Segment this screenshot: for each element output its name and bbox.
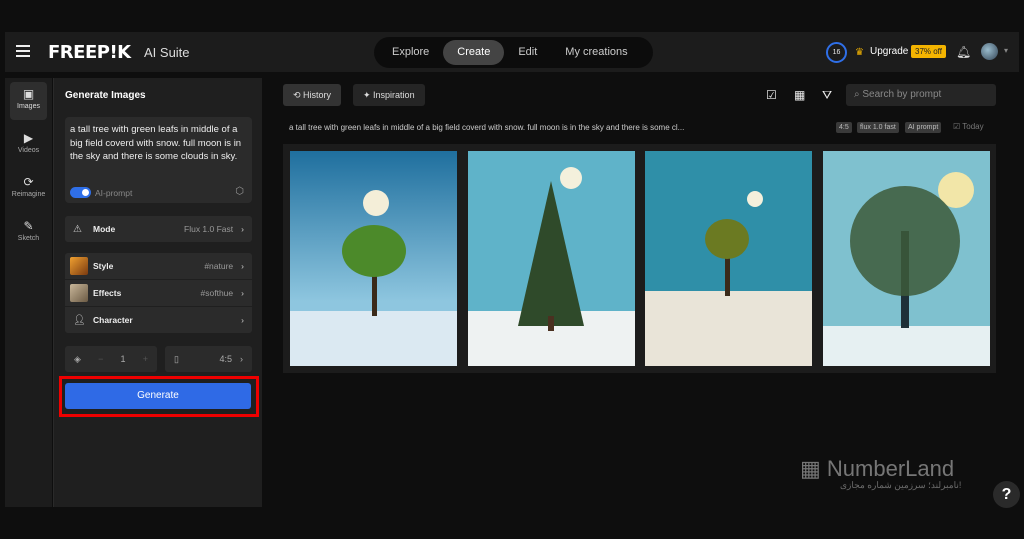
upgrade-button[interactable]: Upgrade	[870, 46, 908, 57]
chevron-right-icon: ›	[240, 354, 243, 364]
search-placeholder: Search by prompt	[862, 89, 942, 100]
hamburger-menu-icon[interactable]	[16, 45, 30, 57]
quantity-value: 1	[120, 354, 126, 364]
effects-value: #softhue	[200, 288, 234, 298]
generated-image-4[interactable]	[823, 151, 990, 366]
search-input[interactable]: ⌕ Search by prompt	[846, 84, 996, 106]
generate-panel: Generate Images a tall tree with green l…	[53, 78, 262, 507]
effects-thumbnail	[70, 284, 88, 302]
brush-icon: ✎	[23, 219, 34, 233]
nav-my-creations[interactable]: My creations	[551, 40, 641, 65]
mode-label: Mode	[93, 224, 116, 234]
chevron-right-icon: ›	[241, 315, 244, 325]
rail-sketch[interactable]: ✎ Sketch	[10, 214, 47, 252]
quantity-stepper[interactable]: ◈ − 1 +	[65, 346, 157, 372]
mode-value: Flux 1.0 Fast	[184, 224, 234, 234]
prompt-text[interactable]: a tall tree with green leafs in middle o…	[70, 123, 247, 164]
mode-icon: ⚠︎	[73, 223, 82, 235]
cube-icon[interactable]: ⬡	[235, 185, 244, 199]
effects-selector[interactable]: Effects #softhue ›	[65, 280, 252, 306]
left-rail: ▣ Images ▶ Videos ⟳ Reimagine ✎ Sketch	[5, 78, 52, 507]
rail-images[interactable]: ▣ Images	[10, 82, 47, 120]
crown-icon: ♛	[855, 47, 864, 58]
tab-inspiration[interactable]: ✦ Inspiration	[353, 84, 425, 106]
chevron-down-icon[interactable]: ▾	[1004, 46, 1008, 55]
prompt-preview[interactable]: a tall tree with green leafs in middle o…	[289, 123, 729, 132]
select-checkbox-icon[interactable]: ☑	[766, 88, 777, 102]
video-icon: ▶	[23, 131, 34, 145]
ai-prompt-label: AI-prompt	[95, 188, 133, 198]
mode-selector[interactable]: ⚠︎ Mode Flux 1.0 Fast ›	[65, 216, 252, 242]
date-text: Today	[962, 122, 984, 131]
nav-create[interactable]: Create	[443, 40, 505, 65]
style-value: #nature	[204, 261, 234, 271]
rail-videos[interactable]: ▶ Videos	[10, 126, 47, 164]
rail-label: Images	[17, 103, 40, 110]
rail-reimagine[interactable]: ⟳ Reimagine	[10, 170, 47, 208]
layers-icon: ◈	[74, 353, 81, 364]
increment-button[interactable]: +	[143, 354, 148, 364]
grid-view-icon[interactable]: ▦	[794, 88, 805, 102]
decrement-button[interactable]: −	[98, 354, 103, 364]
help-button[interactable]: ?	[993, 481, 1020, 508]
character-label: Character	[93, 315, 133, 325]
nav-edit[interactable]: Edit	[504, 40, 551, 65]
discount-badge[interactable]: 37% off	[911, 45, 946, 58]
chip-model: flux 1.0 fast	[857, 122, 899, 133]
watermark-name: NumberLand	[826, 456, 955, 481]
nav-explore[interactable]: Explore	[378, 40, 443, 65]
bell-icon[interactable]: 🔔︎	[956, 45, 971, 59]
panel-title: Generate Images	[65, 90, 146, 101]
character-selector[interactable]: 👤︎ Character ›	[65, 307, 252, 333]
tab-label: History	[303, 90, 332, 100]
rail-label: Videos	[17, 147, 40, 154]
ai-prompt-toggle[interactable]	[70, 187, 91, 198]
generated-image-3[interactable]	[645, 151, 812, 366]
credits-indicator[interactable]: 16	[826, 42, 847, 63]
chevron-right-icon: ›	[241, 288, 244, 298]
generated-image-1[interactable]	[290, 151, 457, 366]
phone-icon: ▯	[174, 353, 179, 364]
aspect-ratio-selector[interactable]: ▯ 4:5 ›	[165, 346, 252, 372]
chip-ratio: 4:5	[836, 122, 852, 133]
chevron-right-icon: ›	[241, 224, 244, 234]
main-nav: Explore Create Edit My creations	[374, 37, 653, 68]
date-label[interactable]: ☑ Today	[953, 122, 984, 131]
style-selector[interactable]: Style #nature ›	[65, 253, 252, 279]
style-label: Style	[93, 261, 114, 271]
user-icon: 👤︎	[73, 314, 86, 326]
tab-label: Inspiration	[373, 90, 415, 100]
chevron-right-icon: ›	[241, 261, 244, 271]
numberland-watermark: ▦ NumberLand	[800, 456, 955, 481]
refresh-icon: ⟳	[23, 175, 34, 189]
rail-label: Sketch	[17, 235, 40, 242]
generated-image-2[interactable]	[468, 151, 635, 366]
style-thumbnail	[70, 257, 88, 275]
chip-ai-prompt: AI prompt	[905, 122, 942, 133]
generate-button[interactable]: Generate	[65, 383, 251, 409]
rail-label: Reimagine	[11, 191, 46, 198]
prompt-input[interactable]: a tall tree with green leafs in middle o…	[65, 117, 252, 203]
suite-label: AI Suite	[144, 45, 190, 60]
effects-label: Effects	[93, 288, 122, 298]
tab-history[interactable]: ⟲ History	[283, 84, 342, 106]
history-icon: ⟲	[293, 90, 304, 100]
watermark-tagline: نامبرلند؛ سرزمین شماره مجازی!	[840, 480, 962, 490]
freepik-logo[interactable]: FREEP!K	[48, 42, 131, 63]
filter-icon[interactable]: ⛛	[822, 88, 832, 103]
avatar[interactable]	[981, 43, 998, 60]
image-icon: ▣	[22, 87, 35, 101]
ratio-value: 4:5	[219, 354, 232, 364]
sparkle-icon: ✦	[363, 90, 374, 100]
